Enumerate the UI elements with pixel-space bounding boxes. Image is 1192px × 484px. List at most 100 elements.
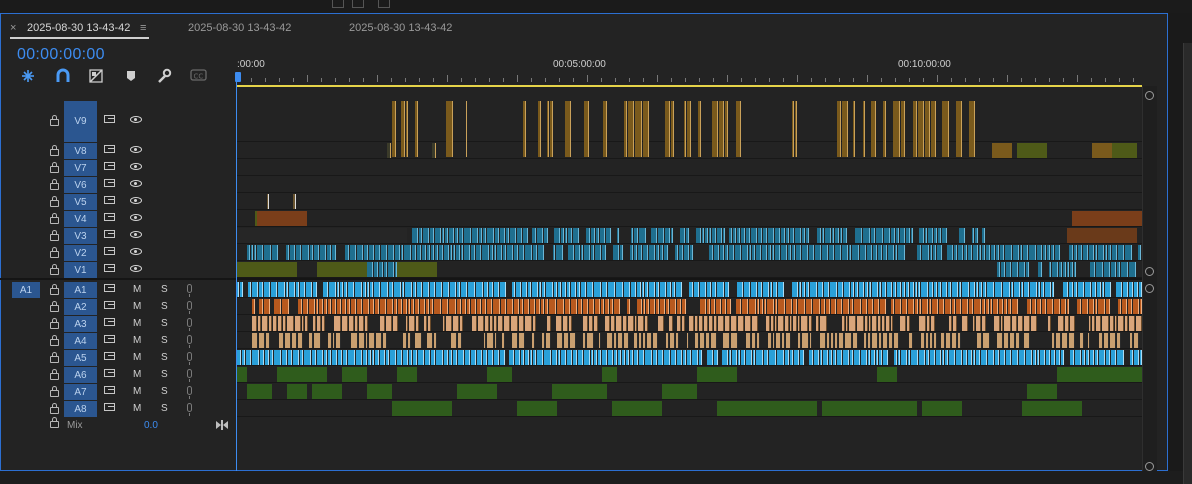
clip[interactable] [569,316,572,331]
clip[interactable] [300,282,305,297]
clip[interactable] [802,282,805,297]
clip[interactable] [502,333,505,348]
clip[interactable] [635,316,637,331]
clip[interactable] [602,282,607,297]
clip[interactable] [1118,245,1124,260]
lock-icon[interactable] [50,246,59,258]
clip[interactable] [355,282,362,297]
clip[interactable] [1130,333,1133,348]
clip[interactable] [458,350,464,365]
clip[interactable] [850,350,853,365]
clip[interactable] [458,333,462,348]
clip[interactable] [506,228,509,243]
clip[interactable] [602,350,607,365]
sync-lock-icon[interactable] [104,229,115,238]
clip[interactable] [737,228,740,243]
clip[interactable] [645,350,652,365]
clip[interactable] [342,316,348,331]
clip[interactable] [1099,333,1103,348]
clip[interactable] [409,350,412,365]
clip[interactable] [806,282,809,297]
clip[interactable] [1112,245,1117,260]
clip[interactable] [647,333,652,348]
clip[interactable] [926,350,929,365]
clip[interactable] [670,333,675,348]
track-lane[interactable] [237,281,1142,298]
clip[interactable] [442,299,448,314]
clip[interactable] [624,282,630,297]
clip[interactable] [991,245,995,260]
clip[interactable] [337,299,341,314]
clip[interactable] [714,245,719,260]
clip[interactable] [329,282,336,297]
clip[interactable] [599,333,601,348]
clip[interactable] [650,299,655,314]
clip[interactable] [495,333,497,348]
clip[interactable] [394,282,401,297]
clip[interactable] [775,316,777,331]
clip[interactable] [800,350,804,365]
eye-icon[interactable] [130,230,142,238]
clip[interactable] [340,282,343,297]
clip[interactable] [328,299,331,314]
clip[interactable] [1065,316,1069,331]
clip[interactable] [952,299,955,314]
clip[interactable] [573,228,579,243]
clip[interactable] [1051,245,1054,260]
clip[interactable] [1115,316,1117,331]
clip[interactable] [1121,262,1128,277]
clip[interactable] [855,282,858,297]
clip[interactable] [649,245,655,260]
solo-button[interactable]: S [161,318,168,329]
sync-lock-icon[interactable] [104,334,115,343]
clip[interactable] [264,299,270,314]
sync-lock-icon[interactable] [104,317,115,326]
clip[interactable] [656,299,659,314]
clip[interactable] [958,333,961,348]
clip[interactable] [594,282,601,297]
clip[interactable] [1078,245,1082,260]
clip[interactable] [257,245,263,260]
clip[interactable] [809,316,812,331]
clip[interactable] [634,350,638,365]
eye-icon[interactable] [130,264,142,272]
lock-icon[interactable] [50,317,59,329]
clip[interactable] [1074,262,1076,277]
clip[interactable] [911,350,918,365]
clip[interactable] [883,333,888,348]
clip[interactable] [434,333,437,348]
clip[interactable] [601,299,604,314]
clip[interactable] [296,245,301,260]
clip[interactable] [488,350,493,365]
clip[interactable] [439,245,443,260]
clip[interactable] [822,401,917,416]
clip[interactable] [934,333,937,348]
clip[interactable] [247,245,250,260]
track-target-v1[interactable]: V1 [64,262,97,278]
clip[interactable] [332,245,336,260]
sync-lock-icon[interactable] [104,115,115,123]
clip[interactable] [790,350,793,365]
clip[interactable] [525,350,529,365]
clip[interactable] [910,282,914,297]
clip[interactable] [494,282,499,297]
clip[interactable] [1024,282,1029,297]
clip[interactable] [427,245,430,260]
clip[interactable] [729,350,731,365]
clip[interactable] [683,350,686,365]
clip[interactable] [997,333,1003,348]
clip[interactable] [962,282,969,297]
clip[interactable] [494,350,499,365]
clip[interactable] [350,245,356,260]
clip[interactable] [394,299,397,314]
clip[interactable] [270,350,273,365]
vertical-scrollbar[interactable] [1142,86,1157,471]
clip[interactable] [1098,245,1104,260]
linked-selection-icon[interactable] [55,68,71,84]
eye-icon[interactable] [130,213,142,221]
clip[interactable] [741,350,745,365]
clip[interactable] [607,333,613,348]
clip[interactable] [278,316,282,331]
clip[interactable] [996,245,999,260]
clip[interactable] [357,245,363,260]
